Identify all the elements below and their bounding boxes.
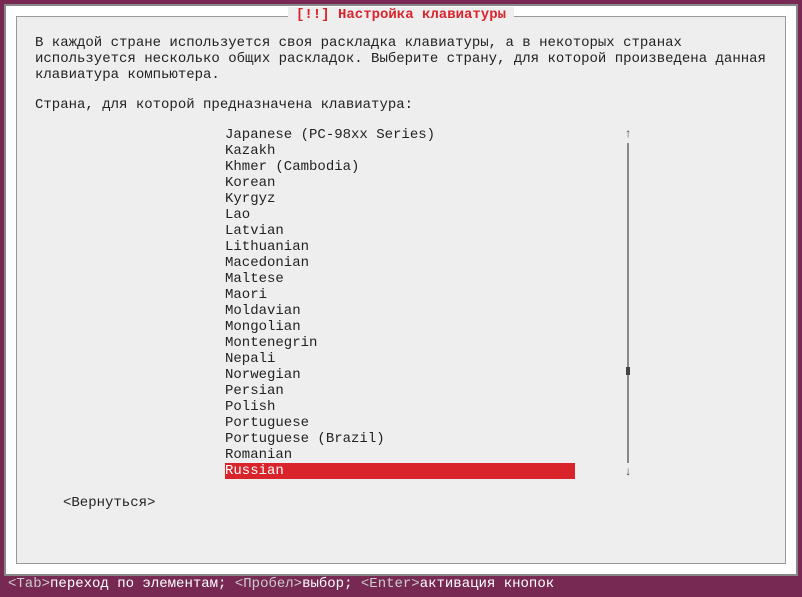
list-item[interactable]: Montenegrin: [225, 335, 635, 351]
list-item[interactable]: Russian: [225, 463, 575, 479]
list-item[interactable]: Kyrgyz: [225, 191, 635, 207]
scroll-track[interactable]: [627, 143, 629, 463]
list-item[interactable]: Polish: [225, 399, 635, 415]
enter-key-hint: <Enter>: [361, 576, 420, 592]
enter-text: активация кнопок: [420, 576, 554, 592]
list-item[interactable]: Romanian: [225, 447, 635, 463]
list-item[interactable]: Maori: [225, 287, 635, 303]
list-item[interactable]: Japanese (PC-98xx Series): [225, 127, 635, 143]
scroll-up-arrow[interactable]: ↑: [624, 127, 631, 141]
list-item[interactable]: Moldavian: [225, 303, 635, 319]
list-item[interactable]: Lao: [225, 207, 635, 223]
scroll-down-arrow[interactable]: ↓: [624, 465, 631, 479]
list-item[interactable]: Macedonian: [225, 255, 635, 271]
list-item[interactable]: Maltese: [225, 271, 635, 287]
dialog-description: В каждой стране используется своя раскла…: [35, 35, 767, 83]
list-item[interactable]: Portuguese: [225, 415, 635, 431]
list-item[interactable]: Mongolian: [225, 319, 635, 335]
tab-text: переход по элементам;: [50, 576, 235, 592]
keyboard-list-wrap: Japanese (PC-98xx Series)KazakhKhmer (Ca…: [225, 127, 635, 479]
list-item[interactable]: Khmer (Cambodia): [225, 159, 635, 175]
footer-hints: <Tab>переход по элементам; <Пробел>выбор…: [4, 576, 798, 593]
dialog-frame: [!!] Настройка клавиатуры В каждой стран…: [16, 16, 786, 564]
list-item[interactable]: Korean: [225, 175, 635, 191]
scroll-thumb[interactable]: [626, 367, 630, 375]
tab-key-hint: <Tab>: [8, 576, 50, 592]
space-key-hint: <Пробел>: [235, 576, 302, 592]
list-item[interactable]: Latvian: [225, 223, 635, 239]
list-item[interactable]: Lithuanian: [225, 239, 635, 255]
list-item[interactable]: Nepali: [225, 351, 635, 367]
scrollbar[interactable]: ↑ ↓: [621, 127, 635, 479]
space-text: выбор;: [302, 576, 361, 592]
dialog-prompt: Страна, для которой предназначена клавиа…: [35, 97, 767, 113]
list-item[interactable]: Portuguese (Brazil): [225, 431, 635, 447]
dialog-title: [!!] Настройка клавиатуры: [288, 7, 514, 23]
installer-screen: [!!] Настройка клавиатуры В каждой стран…: [0, 0, 802, 597]
back-button[interactable]: <Вернуться>: [63, 495, 155, 511]
list-item[interactable]: Persian: [225, 383, 635, 399]
list-item[interactable]: Norwegian: [225, 367, 635, 383]
list-item[interactable]: Kazakh: [225, 143, 635, 159]
outer-frame: [!!] Настройка клавиатуры В каждой стран…: [4, 4, 798, 576]
keyboard-list[interactable]: Japanese (PC-98xx Series)KazakhKhmer (Ca…: [225, 127, 635, 479]
